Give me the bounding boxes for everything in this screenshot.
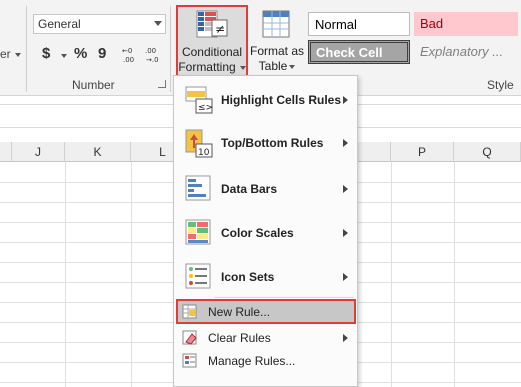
style-bad-label: Bad (420, 16, 444, 31)
conditional-formatting-icon: ≠ (196, 10, 228, 40)
menu-item-label: New Rule... (208, 305, 271, 319)
column-header-label: Q (482, 145, 492, 159)
number-format-dropdown[interactable]: General (33, 14, 166, 34)
format-as-table-icon (262, 10, 290, 38)
menu-item-color-scales[interactable]: Color Scales (175, 216, 356, 250)
submenu-arrow-icon (343, 273, 348, 281)
style-check-cell[interactable]: Check Cell (308, 40, 410, 64)
style-check-cell-label: Check Cell (316, 45, 383, 60)
number-group-label: Number (72, 78, 115, 92)
menu-item-label: Clear Rules (208, 331, 271, 345)
style-bad[interactable]: Bad (414, 12, 518, 36)
top-bottom-icon: 10 (184, 128, 214, 158)
ribbon-left-fragment: er (0, 47, 11, 61)
increase-decimal-icon[interactable]: ←0 .00 (122, 44, 140, 64)
svg-text:→.0: →.0 (146, 56, 159, 64)
svg-text:←0: ←0 (122, 47, 132, 55)
svg-text:≤>: ≤> (198, 103, 213, 113)
menu-item-label: Data Bars (221, 182, 278, 196)
number-format-value: General (38, 17, 81, 31)
style-normal-label: Normal (315, 17, 357, 32)
column-header-label: L (159, 145, 166, 159)
conditional-formatting-menu: ≤> Highlight Cells Rules 10 Top/Bottom R… (173, 75, 358, 387)
conditional-formatting-button[interactable]: ≠ Conditional Formatting (176, 5, 248, 77)
menu-item-label: Top/Bottom Rules (221, 136, 324, 150)
menu-separator (214, 297, 354, 298)
conditional-formatting-label-2: Formatting (178, 60, 236, 74)
styles-group-label: Style (487, 78, 514, 92)
grid-line (65, 162, 66, 387)
ribbon-separator (170, 6, 171, 92)
style-normal[interactable]: Normal (308, 12, 410, 36)
menu-item-new-rule[interactable]: New Rule... (175, 301, 356, 323)
column-header-label: K (93, 145, 102, 159)
menu-item-top-bottom-rules[interactable]: 10 Top/Bottom Rules (175, 126, 356, 160)
ribbon-left-caret[interactable] (15, 53, 21, 57)
data-bars-icon (184, 174, 214, 204)
grid-line (391, 162, 392, 387)
comma-format-button[interactable]: 9 (98, 45, 106, 65)
grid-line (131, 162, 132, 387)
comma-symbol: 9 (98, 45, 107, 62)
currency-dropdown-caret[interactable] (61, 54, 67, 58)
format-as-table-label-1: Format as (250, 44, 305, 58)
column-header-left[interactable] (0, 142, 12, 162)
menu-item-label: Icon Sets (221, 270, 275, 284)
column-header-label: J (35, 145, 41, 159)
menu-item-icon-sets[interactable]: Icon Sets (175, 260, 356, 294)
manage-rules-icon (182, 353, 198, 369)
menu-item-clear-rules[interactable]: Clear Rules (175, 327, 356, 349)
style-explanatory-label: Explanatory ... (420, 44, 504, 59)
color-scales-icon (184, 218, 214, 248)
chevron-down-icon (289, 65, 295, 69)
highlight-cells-icon: ≤> (184, 85, 214, 115)
submenu-arrow-icon (343, 334, 348, 342)
chevron-down-icon (154, 21, 162, 26)
percent-format-button[interactable]: % (74, 45, 87, 65)
submenu-arrow-icon (343, 96, 348, 104)
currency-format-button[interactable]: $ (42, 45, 50, 65)
svg-text:.00: .00 (123, 56, 134, 64)
submenu-arrow-icon (343, 229, 348, 237)
currency-symbol: $ (42, 45, 51, 62)
menu-item-label: Color Scales (221, 226, 294, 240)
grid-line (454, 162, 455, 387)
icon-sets-icon (184, 262, 214, 292)
column-header-q[interactable]: Q (454, 142, 521, 162)
menu-item-highlight-cells-rules[interactable]: ≤> Highlight Cells Rules (175, 82, 356, 116)
menu-item-data-bars[interactable]: Data Bars (175, 172, 356, 206)
submenu-arrow-icon (343, 185, 348, 193)
percent-symbol: % (74, 45, 88, 62)
column-header-j[interactable]: J (12, 142, 65, 162)
new-rule-icon (182, 304, 198, 320)
conditional-formatting-label-1: Conditional (181, 45, 243, 59)
clear-rules-icon (182, 330, 198, 346)
column-header-k[interactable]: K (65, 142, 131, 162)
svg-text:.00: .00 (145, 47, 156, 55)
submenu-arrow-icon (343, 139, 348, 147)
menu-item-manage-rules[interactable]: Manage Rules... (175, 350, 356, 372)
style-explanatory[interactable]: Explanatory ... (414, 40, 521, 64)
ribbon-separator (26, 6, 27, 92)
menu-item-label: Highlight Cells Rules (221, 93, 342, 107)
column-header-p[interactable]: P (391, 142, 454, 162)
svg-text:≠: ≠ (215, 22, 225, 36)
svg-text:10: 10 (198, 148, 210, 158)
format-as-table-button[interactable]: Format as Table (250, 8, 304, 74)
menu-item-label: Manage Rules... (208, 354, 296, 368)
decrease-decimal-icon[interactable]: .00 →.0 (145, 44, 163, 64)
column-header-label: P (417, 145, 426, 159)
number-dialog-launcher[interactable] (158, 80, 166, 88)
